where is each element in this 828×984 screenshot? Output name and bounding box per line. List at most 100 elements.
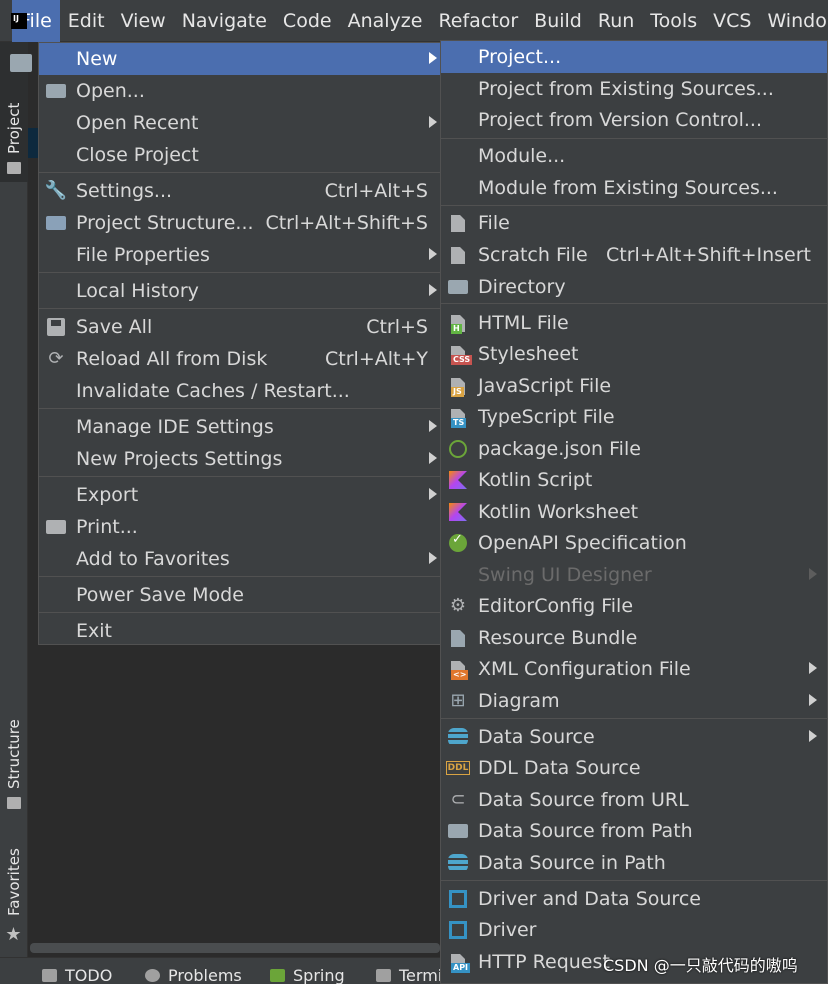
new-submenu: Project... Project from Existing Sources…	[440, 40, 828, 984]
menu-item-driver[interactable]: Driver	[441, 914, 827, 946]
tool-window-problems[interactable]: Problems	[145, 966, 242, 984]
menu-item-data-source-label: Data Source	[478, 726, 595, 748]
menu-item-module[interactable]: Module...	[441, 140, 827, 172]
tool-window-project[interactable]: Project	[0, 95, 28, 180]
menu-item-export[interactable]: Export	[39, 479, 440, 511]
menu-item-project-structure[interactable]: Project Structure... Ctrl+Alt+Shift+S	[39, 207, 440, 239]
menubar-window[interactable]: Windo	[759, 0, 828, 42]
menu-item-invalidate-caches-label: Invalidate Caches / Restart...	[76, 380, 350, 402]
menu-item-print[interactable]: Print...	[39, 511, 440, 543]
menu-item-data-source[interactable]: Data Source	[441, 721, 827, 753]
menu-item-exit[interactable]: Exit	[39, 615, 440, 647]
ddl-icon: DDL	[445, 761, 471, 775]
menu-item-manage-ide-settings[interactable]: Manage IDE Settings	[39, 411, 440, 443]
separator	[441, 303, 827, 304]
menu-item-export-label: Export	[76, 484, 139, 506]
todo-label: TODO	[65, 966, 113, 984]
menubar-vcs[interactable]: VCS	[705, 0, 759, 42]
tool-window-structure-label: Structure	[5, 719, 23, 789]
menu-item-data-source-in-path[interactable]: Data Source in Path	[441, 847, 827, 879]
menu-item-typescript-file[interactable]: TS TypeScript File	[441, 401, 827, 433]
menu-item-settings[interactable]: 🔧 Settings... Ctrl+Alt+S	[39, 175, 440, 207]
database-icon	[448, 728, 468, 746]
menu-item-new-projects-settings-label: New Projects Settings	[76, 448, 283, 470]
driver-icon	[448, 890, 468, 908]
menu-item-directory-label: Directory	[478, 276, 566, 298]
menu-item-editorconfig[interactable]: ⚙ EditorConfig File	[441, 590, 827, 622]
menu-item-open[interactable]: Open...	[39, 75, 440, 107]
folder-icon	[448, 278, 468, 296]
tool-window-favorites[interactable]: ★ Favorites	[0, 840, 28, 945]
project-structure-icon	[46, 214, 66, 232]
menu-item-manage-ide-settings-label: Manage IDE Settings	[76, 416, 274, 438]
menu-item-file[interactable]: File	[441, 207, 827, 239]
menu-item-data-source-in-path-label: Data Source in Path	[478, 852, 666, 874]
menu-item-data-source-path[interactable]: Data Source from Path	[441, 815, 827, 847]
tool-window-structure[interactable]: Structure	[0, 715, 28, 815]
menubar-edit[interactable]: Edit	[60, 0, 113, 42]
menu-item-invalidate-caches[interactable]: Invalidate Caches / Restart...	[39, 375, 440, 407]
menu-item-resource-bundle[interactable]: Resource Bundle	[441, 622, 827, 654]
menu-item-new-projects-settings[interactable]: New Projects Settings	[39, 443, 440, 475]
folder-icon	[7, 162, 21, 174]
horizontal-scrollbar[interactable]	[30, 943, 440, 953]
menubar-analyze[interactable]: Analyze	[340, 0, 431, 42]
menu-item-project-existing[interactable]: Project from Existing Sources...	[441, 73, 827, 105]
submenu-arrow-icon	[429, 488, 437, 500]
tool-window-spring[interactable]: Spring	[270, 966, 345, 984]
menu-item-reload-all[interactable]: ⟳ Reload All from Disk Ctrl+Alt+Y	[39, 343, 440, 375]
menubar: IJ File Edit View Navigate Code Analyze …	[0, 0, 828, 42]
menu-item-print-label: Print...	[76, 516, 138, 538]
menu-item-ddl-data-source-label: DDL Data Source	[478, 757, 641, 779]
menubar-navigate[interactable]: Navigate	[174, 0, 275, 42]
menu-item-driver-data-source[interactable]: Driver and Data Source	[441, 883, 827, 915]
menubar-view[interactable]: View	[113, 0, 174, 42]
menu-item-html-file[interactable]: H HTML File	[441, 307, 827, 339]
menu-item-save-all[interactable]: Save All Ctrl+S	[39, 311, 440, 343]
menu-item-data-source-url-label: Data Source from URL	[478, 789, 689, 811]
menu-item-new[interactable]: New	[39, 43, 440, 75]
tool-window-todo[interactable]: TODO	[42, 966, 112, 984]
menu-item-diagram[interactable]: ⊞ Diagram	[441, 685, 827, 717]
menu-item-stylesheet[interactable]: CSS Stylesheet	[441, 338, 827, 370]
separator	[441, 718, 827, 719]
menu-item-local-history[interactable]: Local History	[39, 275, 440, 307]
menu-item-power-save-mode[interactable]: Power Save Mode	[39, 579, 440, 611]
menu-item-project[interactable]: Project...	[441, 41, 827, 73]
menu-item-new-label: New	[76, 48, 118, 70]
menu-item-file-properties[interactable]: File Properties	[39, 239, 440, 271]
diagram-icon: ⊞	[450, 690, 466, 711]
menu-item-open-recent[interactable]: Open Recent	[39, 107, 440, 139]
terminal-icon	[376, 969, 391, 982]
kotlin-script-icon	[448, 471, 468, 489]
xml-file-icon: <>	[448, 660, 469, 680]
menu-item-kotlin-worksheet[interactable]: Kotlin Worksheet	[441, 496, 827, 528]
submenu-arrow-icon	[429, 452, 437, 464]
menubar-build[interactable]: Build	[526, 0, 590, 42]
open-folder-icon	[46, 82, 66, 100]
menu-item-javascript-file[interactable]: JS JavaScript File	[441, 370, 827, 402]
menubar-code[interactable]: Code	[275, 0, 340, 42]
menu-item-module-label: Module...	[478, 145, 566, 167]
menubar-refactor[interactable]: Refactor	[430, 0, 526, 42]
menu-item-close-project[interactable]: Close Project	[39, 139, 440, 171]
menubar-tools[interactable]: Tools	[642, 0, 705, 42]
project-view-icon[interactable]	[10, 54, 32, 72]
shortcut-label: Ctrl+Alt+Shift+S	[265, 212, 428, 234]
kotlin-worksheet-icon	[448, 503, 468, 521]
menubar-run[interactable]: Run	[590, 0, 642, 42]
menu-item-package-json[interactable]: package.json File	[441, 433, 827, 465]
menu-item-data-source-url[interactable]: ⊂ Data Source from URL	[441, 784, 827, 816]
menu-item-module-existing[interactable]: Module from Existing Sources...	[441, 172, 827, 204]
menu-item-directory[interactable]: Directory	[441, 271, 827, 303]
menu-item-add-to-favorites[interactable]: Add to Favorites	[39, 543, 440, 575]
menu-item-xml-config-label: XML Configuration File	[478, 658, 691, 680]
menu-item-power-save-mode-label: Power Save Mode	[76, 584, 244, 606]
ts-file-icon: TS	[448, 408, 468, 428]
menu-item-scratch-file[interactable]: Scratch File Ctrl+Alt+Shift+Insert	[441, 239, 827, 271]
menu-item-openapi[interactable]: OpenAPI Specification	[441, 527, 827, 559]
menu-item-kotlin-script[interactable]: Kotlin Script	[441, 464, 827, 496]
menu-item-ddl-data-source[interactable]: DDL DDL Data Source	[441, 752, 827, 784]
menu-item-xml-config[interactable]: <> XML Configuration File	[441, 653, 827, 685]
menu-item-project-vcs[interactable]: Project from Version Control...	[441, 104, 827, 136]
